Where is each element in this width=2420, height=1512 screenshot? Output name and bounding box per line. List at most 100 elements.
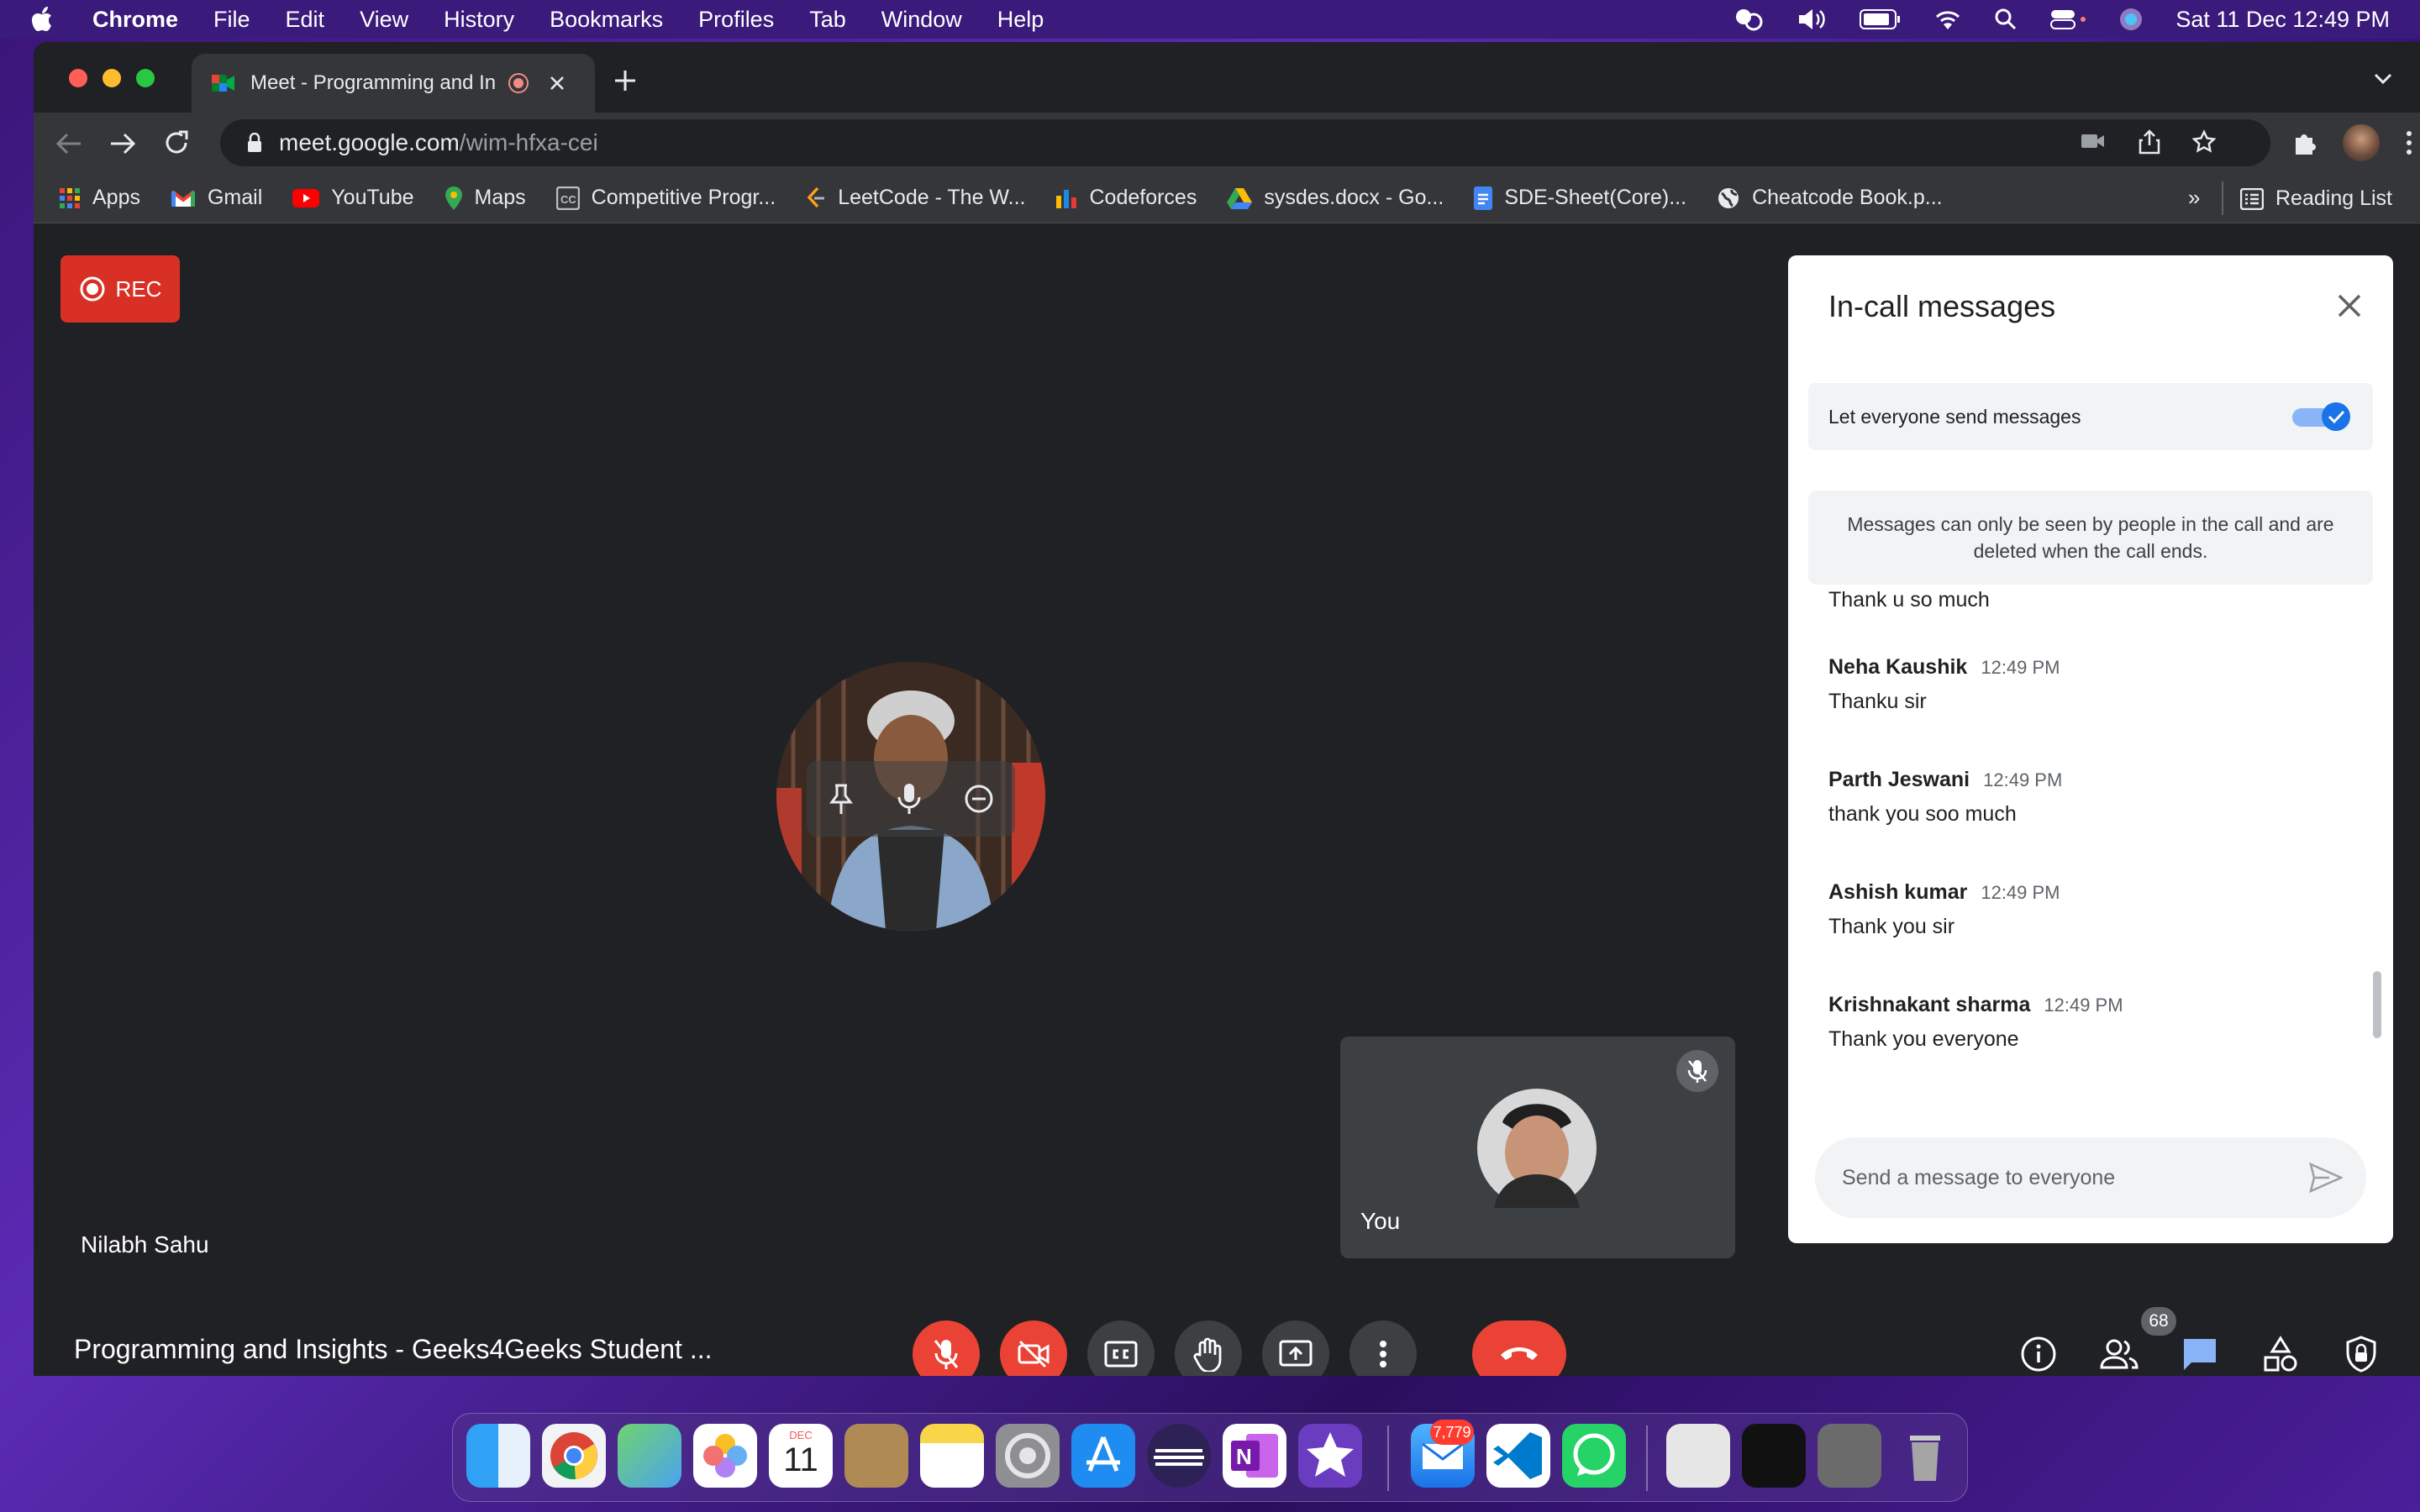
more-options-button[interactable] xyxy=(1349,1320,1417,1376)
send-icon[interactable] xyxy=(2309,1163,2343,1193)
camera-in-use-icon[interactable] xyxy=(2081,131,2106,151)
recording-badge[interactable]: REC xyxy=(60,255,180,323)
message-input[interactable]: Send a message to everyone xyxy=(1815,1137,2366,1218)
raise-hand-button[interactable] xyxy=(1175,1320,1242,1376)
camera-off-icon xyxy=(1017,1340,1050,1368)
bookmarks-overflow-button[interactable]: » xyxy=(2188,185,2200,211)
imovie-icon[interactable] xyxy=(1298,1424,1362,1488)
vscode-icon[interactable] xyxy=(1486,1424,1550,1488)
mic-off-button[interactable] xyxy=(913,1320,980,1376)
bookmark-cheatcode-book[interactable]: Cheatcode Book.p... xyxy=(1717,186,1943,210)
new-tab-icon[interactable] xyxy=(613,69,637,92)
menu-tab[interactable]: Tab xyxy=(809,7,846,33)
meeting-title: Programming and Insights - Geeks4Geeks S… xyxy=(74,1334,713,1364)
bookmark-competitive-programming[interactable]: CC Competitive Progr... xyxy=(555,186,776,210)
self-view-tile[interactable]: You xyxy=(1340,1037,1735,1258)
apple-menu-icon[interactable] xyxy=(32,6,55,33)
tab-search-chevron-icon[interactable] xyxy=(2373,72,2393,86)
minimize-window-button[interactable] xyxy=(103,69,121,87)
chrome-menu-icon[interactable] xyxy=(2405,129,2413,156)
notes-icon[interactable] xyxy=(920,1424,984,1488)
profile-avatar[interactable] xyxy=(2343,124,2380,161)
menu-help[interactable]: Help xyxy=(997,7,1044,33)
app-store-icon[interactable] xyxy=(1071,1424,1135,1488)
presenter-avatar[interactable] xyxy=(776,662,1045,931)
present-now-button[interactable] xyxy=(1262,1320,1329,1376)
bookmark-gmail[interactable]: Gmail xyxy=(171,186,262,210)
pin-icon[interactable] xyxy=(827,782,855,816)
chrome-window: Meet - Programming and In meet.google.co… xyxy=(34,42,2420,1376)
recent-screenshot-icon[interactable] xyxy=(1742,1424,1806,1488)
address-bar[interactable]: meet.google.com/wim-hfxa-cei xyxy=(220,119,2270,166)
host-controls-shield-icon[interactable] xyxy=(2339,1332,2383,1376)
eclipse-icon[interactable] xyxy=(1147,1424,1211,1488)
onenote-icon[interactable]: N xyxy=(1223,1424,1286,1488)
bookmark-sysdes[interactable]: sysdes.docx - Go... xyxy=(1227,186,1444,210)
menu-view[interactable]: View xyxy=(360,7,408,33)
calendar-icon[interactable]: DEC 11 xyxy=(769,1424,833,1488)
reload-icon[interactable] xyxy=(163,129,190,156)
zoom-window-button[interactable] xyxy=(136,69,155,87)
control-center-icon[interactable] xyxy=(2049,8,2086,31)
chrome-icon[interactable] xyxy=(542,1424,606,1488)
reading-list-button[interactable]: Reading List xyxy=(2240,186,2392,211)
bookmark-codeforces[interactable]: Codeforces xyxy=(1055,186,1197,210)
bookmark-star-icon[interactable] xyxy=(2191,129,2217,155)
contacts-icon[interactable] xyxy=(844,1424,908,1488)
let-everyone-send-toggle[interactable] xyxy=(2292,402,2353,432)
share-icon[interactable] xyxy=(2138,129,2161,155)
finder-icon[interactable] xyxy=(466,1424,530,1488)
bookmark-label: Apps xyxy=(92,186,140,209)
menu-edit[interactable]: Edit xyxy=(286,7,325,33)
chat-icon[interactable] xyxy=(2178,1332,2222,1376)
menu-history[interactable]: History xyxy=(444,7,514,33)
captions-button[interactable] xyxy=(1087,1320,1155,1376)
forward-icon[interactable] xyxy=(109,131,136,156)
volume-icon[interactable] xyxy=(1797,7,1828,32)
back-icon[interactable] xyxy=(55,131,82,156)
bookmark-apps[interactable]: Apps xyxy=(59,186,140,210)
menu-clock[interactable]: Sat 11 Dec 12:49 PM xyxy=(2175,7,2390,33)
menu-window[interactable]: Window xyxy=(881,7,962,33)
recent-document-icon[interactable] xyxy=(1666,1424,1730,1488)
tab-close-icon[interactable] xyxy=(548,74,566,92)
recent-window-icon[interactable] xyxy=(1818,1424,1881,1488)
whatsapp-icon[interactable] xyxy=(1562,1424,1626,1488)
cc-icon: CC xyxy=(555,186,580,210)
bookmark-youtube[interactable]: YouTube xyxy=(292,186,414,210)
battery-icon[interactable] xyxy=(1860,8,1902,30)
menu-file[interactable]: File xyxy=(213,7,250,33)
message-scrollbar[interactable] xyxy=(2373,971,2381,1038)
meeting-details-icon[interactable] xyxy=(2017,1332,2060,1376)
message-list[interactable]: Thank u so much Neha Kaushik 12:49 PM Tha… xyxy=(1788,585,2393,1102)
trash-icon[interactable] xyxy=(1893,1424,1957,1488)
wifi-icon[interactable] xyxy=(1933,8,1962,31)
spotlight-search-icon[interactable] xyxy=(1994,8,2018,31)
menu-app-name[interactable]: Chrome xyxy=(92,7,178,33)
meet-favicon-icon xyxy=(212,73,235,93)
photos-icon[interactable] xyxy=(693,1424,757,1488)
activities-icon[interactable] xyxy=(2259,1332,2302,1376)
bookmark-sde-sheet[interactable]: SDE-Sheet(Core)... xyxy=(1474,186,1686,210)
siri-icon[interactable] xyxy=(2118,7,2144,32)
system-preferences-icon[interactable] xyxy=(996,1424,1060,1488)
mute-participant-mic-icon[interactable] xyxy=(897,782,922,816)
menu-profiles[interactable]: Profiles xyxy=(698,7,774,33)
list-item: Krishnakant sharma 12:49 PM Thank you eve… xyxy=(1828,993,2123,1052)
people-icon[interactable] xyxy=(2097,1332,2141,1376)
bookmark-label: LeetCode - The W... xyxy=(838,186,1026,209)
leave-call-button[interactable] xyxy=(1472,1320,1566,1376)
close-icon[interactable] xyxy=(2336,292,2363,319)
lock-icon[interactable] xyxy=(247,133,262,153)
menu-bookmarks[interactable]: Bookmarks xyxy=(550,7,663,33)
bookmark-leetcode[interactable]: LeetCode - The W... xyxy=(806,186,1025,210)
tab-meet[interactable]: Meet - Programming and In xyxy=(192,54,595,113)
remove-participant-icon[interactable] xyxy=(963,783,995,815)
maps-app-icon[interactable] xyxy=(618,1424,681,1488)
close-window-button[interactable] xyxy=(69,69,87,87)
extensions-puzzle-icon[interactable] xyxy=(2291,129,2317,156)
screen-time-icon[interactable] xyxy=(1732,7,1765,32)
bookmark-maps[interactable]: Maps xyxy=(445,186,526,211)
camera-off-button[interactable] xyxy=(1000,1320,1067,1376)
leetcode-icon xyxy=(806,186,826,210)
